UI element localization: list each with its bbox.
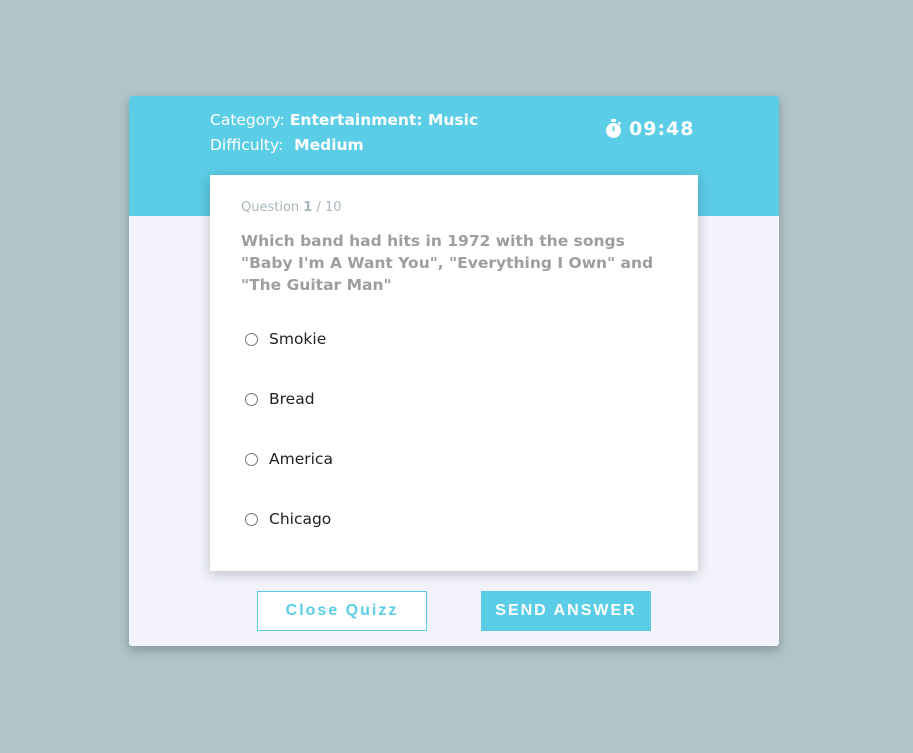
quiz-meta: Category: Entertainment: Music Difficult… [210,108,478,158]
answer-option-chicago[interactable]: Chicago [245,510,331,528]
radio-button[interactable] [245,392,258,406]
send-answer-button[interactable]: SEND ANSWER [481,591,651,631]
question-current: 1 [303,200,313,215]
difficulty-label: Difficulty: [210,136,284,154]
difficulty-row: Difficulty: Medium [210,133,478,158]
category-label: Category: [210,111,285,129]
question-card: Question 1 / 10 Which band had hits in 1… [210,175,698,571]
answer-label: Bread [269,390,315,408]
answer-option-america[interactable]: America [245,450,333,468]
answer-option-bread[interactable]: Bread [245,390,315,408]
timer-value: 09:48 [629,118,695,140]
question-text: Which band had hits in 1972 with the son… [241,232,654,294]
question-label: Question [241,200,300,215]
category-value: Entertainment: Music [289,111,479,129]
close-quiz-button[interactable]: Close Quizz [257,591,427,631]
category-row: Category: Entertainment: Music [210,108,478,133]
radio-button[interactable] [245,332,258,346]
radio-button[interactable] [245,452,258,466]
quiz-panel: Category: Entertainment: Music Difficult… [129,96,779,646]
radio-button[interactable] [245,512,258,526]
timer: 09:48 [605,118,694,140]
stopwatch-icon [606,119,622,138]
answer-label: Chicago [269,510,332,528]
question-separator: / [316,200,321,215]
answer-option-smokie[interactable]: Smokie [245,330,326,348]
answer-label: Smokie [269,330,327,348]
difficulty-value: Medium [294,136,364,154]
question-total: 10 [325,200,342,215]
answer-label: America [269,450,333,468]
question-counter: Question 1 / 10 [241,200,342,215]
